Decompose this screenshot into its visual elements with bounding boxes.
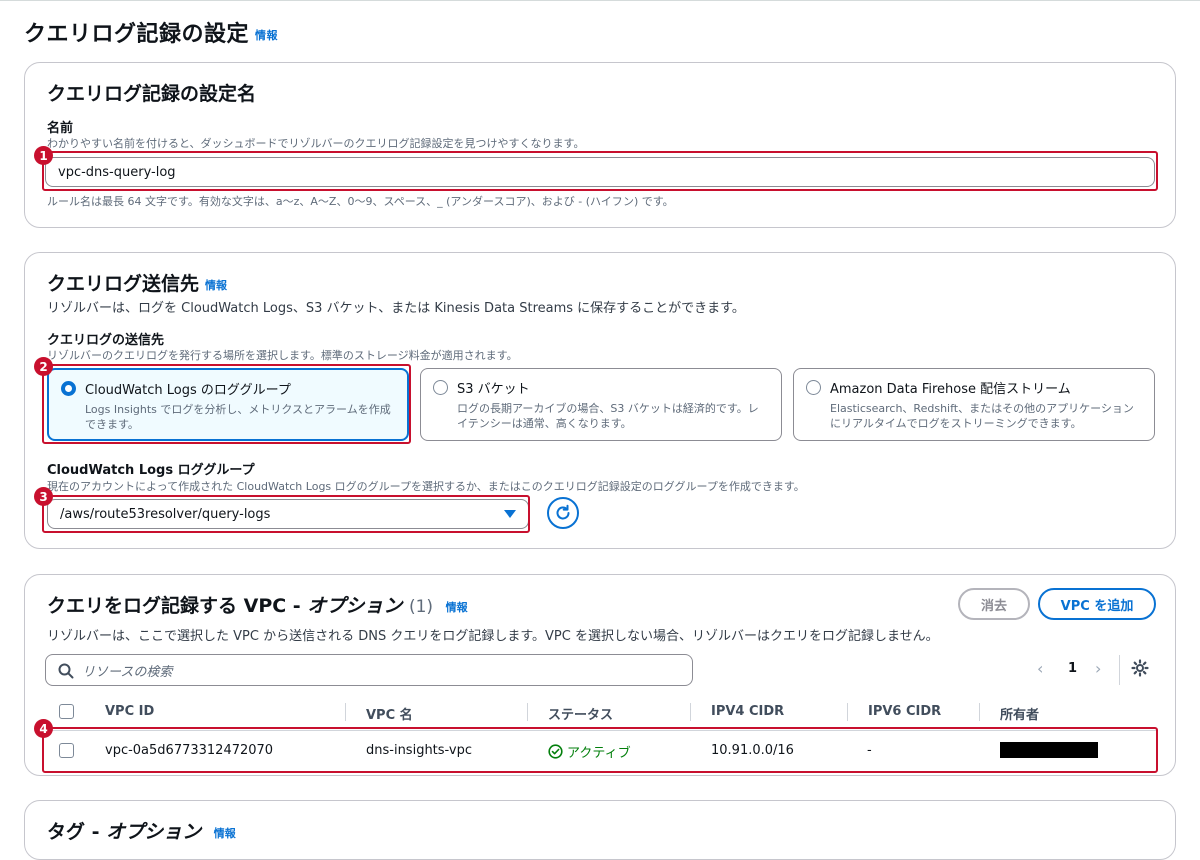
radio-desc: Elasticsearch、Redshift、またはその他のアプリケーションにリ… xyxy=(830,402,1134,430)
radio-desc: ログの長期アーカイブの場合、S3 バケットは経済的です。レイテンシーは通常、高く… xyxy=(457,402,759,430)
column-header-owner[interactable]: 所有者 xyxy=(1000,704,1039,723)
owner-redacted xyxy=(1000,742,1098,758)
destination-field-desc: リゾルバーのクエリログを発行する場所を選択します。標準のストレージ料金が適用され… xyxy=(47,349,518,362)
cell-vpc-id: vpc-0a5d6773312472070 xyxy=(105,743,274,758)
refresh-button[interactable] xyxy=(547,497,579,529)
destination-field-label: クエリログの送信先 xyxy=(47,333,165,348)
name-panel-title: クエリログ記録の設定名 xyxy=(47,83,257,105)
destination-desc: リゾルバーは、ログを CloudWatch Logs、S3 バケット、または K… xyxy=(47,301,745,316)
annotation-badge-1: 1 xyxy=(34,146,53,165)
radio-s3[interactable]: S3 バケット ログの長期アーカイブの場合、S3 バケットは経済的です。レイテン… xyxy=(420,368,782,441)
name-field-label: 名前 xyxy=(47,121,74,136)
destination-info-link[interactable]: 情報 xyxy=(205,279,227,292)
cell-vpc-name: dns-insights-vpc xyxy=(366,743,472,758)
caret-down-icon xyxy=(504,510,516,518)
vpc-panel: クエリをログ記録する VPC - オプション (1) 情報 消去 VPC を追加… xyxy=(24,574,1176,776)
radio-title: CloudWatch Logs のロググループ xyxy=(85,383,291,398)
page-number[interactable]: 1 xyxy=(1068,661,1077,676)
radio-firehose[interactable]: Amazon Data Firehose 配信ストリーム Elasticsear… xyxy=(793,368,1155,441)
table-row[interactable]: vpc-0a5d6773312472070 dns-insights-vpc ア… xyxy=(45,732,1157,770)
column-divider xyxy=(690,703,691,721)
destination-panel: クエリログ送信先 情報 リゾルバーは、ログを CloudWatch Logs、S3… xyxy=(24,252,1176,549)
radio-button[interactable] xyxy=(433,380,448,395)
column-header-vpc-id[interactable]: VPC ID xyxy=(105,704,154,719)
name-field-desc: わかりやすい名前を付けると、ダッシュボードでリゾルバーのクエリログ記録設定を見つ… xyxy=(47,137,585,150)
column-header-vpc-name[interactable]: VPC 名 xyxy=(366,704,413,723)
search-input[interactable]: リソースの検索 xyxy=(45,654,693,686)
column-header-ipv4[interactable]: IPV4 CIDR xyxy=(711,704,784,719)
radio-title: Amazon Data Firehose 配信ストリーム xyxy=(830,382,1071,397)
gear-icon[interactable] xyxy=(1131,659,1149,677)
name-input[interactable]: vpc-dns-query-log xyxy=(45,157,1155,187)
vpc-panel-title: クエリをログ記録する VPC - オプション (1) 情報 xyxy=(47,595,468,617)
refresh-icon xyxy=(556,504,570,520)
name-panel: クエリログ記録の設定名 名前 わかりやすい名前を付けると、ダッシュボードでリゾル… xyxy=(24,62,1176,228)
success-check-icon xyxy=(548,744,563,759)
cell-status: アクティブ xyxy=(548,742,631,761)
loggroup-field-desc: 現在のアカウントによって作成された CloudWatch Logs ログのグルー… xyxy=(47,480,805,493)
column-divider xyxy=(527,703,528,721)
column-header-status[interactable]: ステータス xyxy=(548,704,613,723)
column-divider xyxy=(345,703,346,721)
annotation-badge-4: 4 xyxy=(34,719,53,738)
info-link[interactable]: 情報 xyxy=(255,29,278,42)
column-divider xyxy=(847,703,848,721)
tags-panel: タグ - オプション 情報 xyxy=(24,800,1176,860)
radio-cloudwatch[interactable]: CloudWatch Logs のロググループ Logs Insights でロ… xyxy=(47,368,409,441)
chevron-right-icon[interactable]: › xyxy=(1095,659,1101,678)
tags-panel-title: タグ - オプション 情報 xyxy=(47,821,236,843)
page-title: クエリログ記録の設定 情報 xyxy=(24,22,279,47)
loggroup-field-label: CloudWatch Logs ロググループ xyxy=(47,463,255,478)
annotation-badge-2: 2 xyxy=(34,357,53,376)
annotation-badge-3: 3 xyxy=(34,487,53,506)
tags-info-link[interactable]: 情報 xyxy=(214,827,236,840)
vpc-info-link[interactable]: 情報 xyxy=(446,601,468,614)
column-divider xyxy=(979,703,980,721)
status-text: アクティブ xyxy=(567,746,631,761)
radio-button-selected[interactable] xyxy=(61,381,76,396)
column-header-ipv6[interactable]: IPV6 CIDR xyxy=(868,704,941,719)
cell-ipv4: 10.91.0.0/16 xyxy=(711,743,794,758)
search-placeholder: リソースの検索 xyxy=(82,664,173,680)
add-vpc-button[interactable]: VPC を追加 xyxy=(1038,588,1156,620)
loggroup-select-value: /aws/route53resolver/query-logs xyxy=(60,506,271,522)
radio-desc: Logs Insights でログを分析し、メトリクスとアラームを作成できます。 xyxy=(85,403,391,431)
chevron-left-icon[interactable]: ‹ xyxy=(1037,659,1043,678)
row-checkbox[interactable] xyxy=(59,743,74,758)
vpc-desc: リゾルバーは、ここで選択した VPC から送信される DNS クエリをログ記録し… xyxy=(47,629,939,644)
cell-ipv6: - xyxy=(867,743,872,758)
destination-panel-title: クエリログ送信先 情報 xyxy=(47,273,228,295)
select-all-checkbox[interactable] xyxy=(59,704,74,719)
top-divider xyxy=(0,0,1200,4)
search-icon xyxy=(58,663,74,679)
name-constraint-text: ルール名は最長 64 文字です。有効な文字は、a〜z、A〜Z、0〜9、スペース、… xyxy=(47,195,674,208)
radio-title: S3 バケット xyxy=(457,382,530,397)
pagination-divider xyxy=(1119,655,1120,685)
clear-button[interactable]: 消去 xyxy=(958,588,1030,620)
table-header-divider xyxy=(45,730,1157,731)
vpc-count: (1) xyxy=(408,597,434,617)
loggroup-select[interactable]: /aws/route53resolver/query-logs xyxy=(47,499,529,529)
radio-button[interactable] xyxy=(806,380,821,395)
